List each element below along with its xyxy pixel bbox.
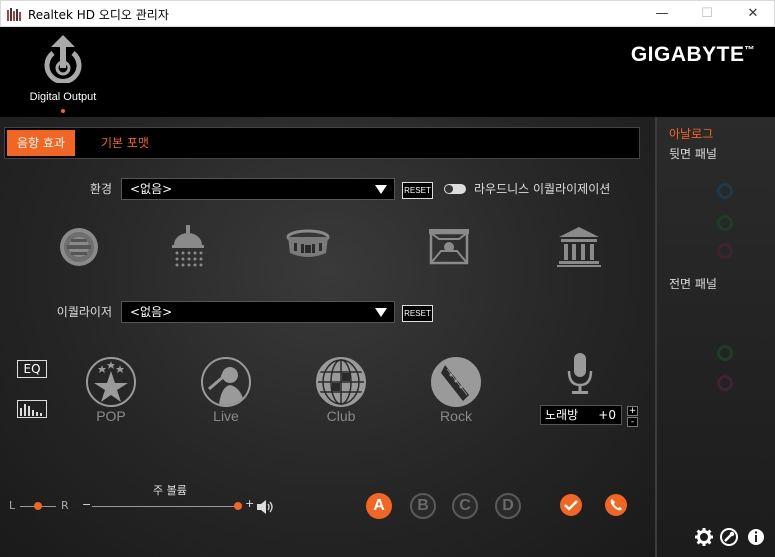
preset-name: POP (96, 408, 126, 424)
tab-bar: 음향 효과 기본 포맷 (4, 127, 640, 159)
tab-default-format[interactable]: 기본 포맷 (91, 130, 159, 156)
jack-line-out[interactable] (717, 215, 733, 231)
singer-icon (201, 357, 251, 407)
environment-reset-button[interactable]: RESET (402, 182, 433, 199)
close-button[interactable]: ✕ (730, 1, 775, 27)
maximize-button[interactable]: ☐ (684, 1, 730, 27)
preset-pop[interactable]: POP (76, 357, 146, 424)
gear-icon[interactable] (695, 528, 713, 546)
microphone-icon (567, 353, 593, 399)
volume-slider-knob[interactable] (234, 502, 242, 510)
stars-icon (86, 357, 136, 407)
equalizer-select[interactable]: <없음> (121, 301, 395, 323)
dropdown-arrow-icon (375, 185, 387, 194)
colosseum-icon[interactable] (286, 229, 330, 269)
main-panel: 음향 효과 기본 포맷 환경 <없음> RESET 라우드니스 이퀄라이제이션 (0, 117, 655, 557)
karaoke-decrease-button[interactable]: - (627, 417, 638, 427)
graphic-eq-icon[interactable] (17, 400, 47, 422)
karaoke-increase-button[interactable]: + (627, 406, 638, 416)
phone-icon (610, 499, 622, 511)
equalizer-label: 이퀄라이저 (56, 305, 112, 319)
toggle-knob (445, 185, 453, 193)
karaoke-value: +0 (598, 408, 616, 422)
volume-slider-track[interactable] (92, 506, 238, 507)
preset-club[interactable]: Club (306, 357, 376, 424)
front-panel-label: 전면 패널 (669, 277, 717, 291)
environment-label: 환경 (89, 182, 112, 196)
analog-title: 아날로그 (669, 127, 714, 141)
eq-button[interactable]: EQ (17, 360, 47, 378)
jack-mic-in[interactable] (717, 243, 733, 259)
volume-plus[interactable]: + (245, 497, 254, 510)
loudness-label: 라우드니스 이퀄라이제이션 (474, 182, 611, 196)
karaoke-label: 노래방 (545, 408, 579, 422)
device-label: Digital Output (29, 91, 97, 103)
connector-panel: 아날로그 뒷면 패널 전면 패널 (655, 117, 775, 557)
stage-icon[interactable] (427, 229, 471, 269)
header-bar: Digital Output GIGABYTE™ (0, 27, 775, 117)
preset-name: Rock (440, 408, 472, 424)
minimize-button[interactable]: — (639, 1, 685, 27)
window-title: Realtek HD 오디오 관리자 (28, 8, 169, 22)
realtek-speaker-icon (7, 7, 23, 26)
apply-check-button[interactable] (560, 494, 582, 516)
disco-ball-icon (316, 357, 366, 407)
info-icon[interactable] (747, 528, 765, 546)
environment-select[interactable]: <없음> (121, 178, 395, 200)
environment-value: <없음> (130, 182, 173, 196)
balance-slider-knob[interactable] (34, 502, 42, 510)
profile-a-button[interactable]: A (366, 493, 392, 519)
trademark: ™ (744, 45, 755, 56)
back-panel-label: 뒷면 패널 (669, 147, 717, 161)
dropdown-arrow-icon (375, 308, 387, 317)
jack-front-mic[interactable] (717, 375, 733, 391)
karaoke-field[interactable]: 노래방 +0 (540, 405, 622, 425)
profile-b-button[interactable]: B (410, 493, 436, 519)
tab-sound-effects[interactable]: 음향 효과 (7, 130, 75, 156)
profile-c-button[interactable]: C (452, 493, 478, 519)
jack-front-headphone[interactable] (717, 345, 733, 361)
preset-name: Live (213, 408, 239, 424)
equalizer-reset-button[interactable]: RESET (402, 305, 433, 322)
digital-output-icon (41, 35, 85, 87)
speaker-icon[interactable] (257, 499, 275, 518)
balance-left-label: L (9, 499, 16, 512)
loudness-toggle[interactable] (444, 184, 466, 194)
jack-line-in[interactable] (717, 183, 733, 199)
title-bar: Realtek HD 오디오 관리자 — ☐ ✕ (0, 0, 775, 27)
volume-minus[interactable]: − (82, 498, 91, 511)
auditorium-icon[interactable] (557, 227, 601, 267)
guitar-icon (431, 357, 481, 407)
active-device-indicator (61, 109, 65, 113)
phone-call-button[interactable] (605, 494, 627, 516)
wrench-icon[interactable] (720, 528, 738, 546)
preset-live[interactable]: Live (191, 357, 261, 424)
brand-name: GIGABYTE (630, 43, 745, 66)
balance-right-label: R (61, 499, 69, 512)
digital-output-device[interactable]: Digital Output (20, 35, 106, 113)
preset-name: Club (326, 408, 356, 424)
bathroom-shower-icon[interactable] (166, 225, 210, 267)
stone-corridor-icon[interactable] (57, 227, 101, 267)
brand-logo: GIGABYTE™ (631, 43, 755, 67)
checkmark-icon (564, 500, 578, 511)
equalizer-value: <없음> (130, 305, 173, 319)
profile-d-button[interactable]: D (495, 493, 521, 519)
master-volume-label: 주 볼륨 (153, 484, 187, 497)
preset-rock[interactable]: Rock (421, 357, 491, 424)
